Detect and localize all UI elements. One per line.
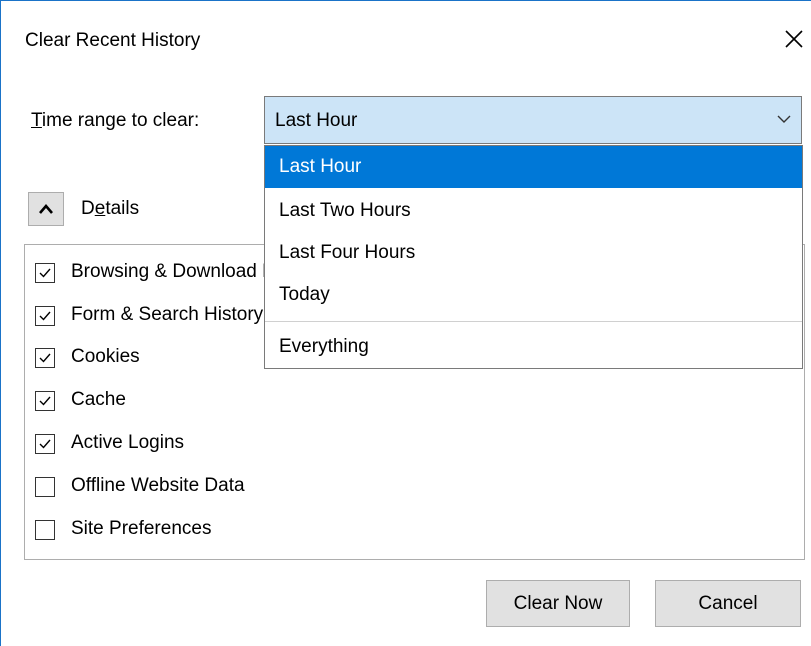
dropdown-option-everything[interactable]: Everything	[265, 326, 802, 368]
checkbox-form-search-history[interactable]	[35, 306, 55, 326]
chevron-up-icon	[39, 204, 53, 214]
checkbox-browsing-history[interactable]	[35, 263, 55, 283]
time-range-label-accel: T	[31, 110, 42, 131]
cancel-button[interactable]: Cancel	[655, 580, 801, 627]
checkmark-icon	[39, 396, 51, 406]
dropdown-option-last-hour[interactable]: Last Hour	[265, 146, 802, 188]
list-item-label: Form & Search History	[71, 304, 264, 325]
close-icon[interactable]	[781, 26, 807, 52]
list-item-label: Cookies	[71, 346, 140, 367]
checkmark-icon	[39, 353, 51, 363]
checkmark-icon	[39, 268, 51, 278]
chevron-down-icon	[777, 115, 791, 123]
checkmark-icon	[39, 311, 51, 321]
details-toggle-button[interactable]	[28, 192, 64, 226]
checkbox-offline-website-data[interactable]	[35, 477, 55, 497]
time-range-selected-value: Last Hour	[275, 110, 358, 131]
dropdown-separator	[265, 321, 802, 322]
time-range-select[interactable]: Last Hour	[264, 96, 802, 144]
time-range-label-text: ime range to clear:	[41, 110, 200, 131]
dropdown-option-today[interactable]: Today	[265, 274, 802, 316]
list-item-label: Cache	[71, 389, 126, 410]
time-range-dropdown: Last Hour Last Two Hours Last Four Hours…	[264, 145, 803, 369]
list-item-label: Site Preferences	[71, 518, 212, 539]
dropdown-option-last-two-hours[interactable]: Last Two Hours	[265, 190, 802, 232]
checkmark-icon	[39, 439, 51, 449]
checkbox-cookies[interactable]	[35, 348, 55, 368]
list-item-label: Offline Website Data	[71, 475, 245, 496]
clear-now-button[interactable]: Clear Now	[486, 580, 630, 627]
dropdown-option-last-four-hours[interactable]: Last Four Hours	[265, 232, 802, 274]
window-frame-left	[0, 0, 1, 646]
time-range-label: Time range to clear:	[31, 110, 199, 132]
checkbox-cache[interactable]	[35, 391, 55, 411]
checkbox-active-logins[interactable]	[35, 434, 55, 454]
window-frame-top	[0, 0, 811, 1]
details-label: Details	[81, 198, 140, 219]
list-item-label: Active Logins	[71, 432, 185, 453]
dialog-title: Clear Recent History	[25, 30, 201, 51]
checkbox-site-preferences[interactable]	[35, 520, 55, 540]
